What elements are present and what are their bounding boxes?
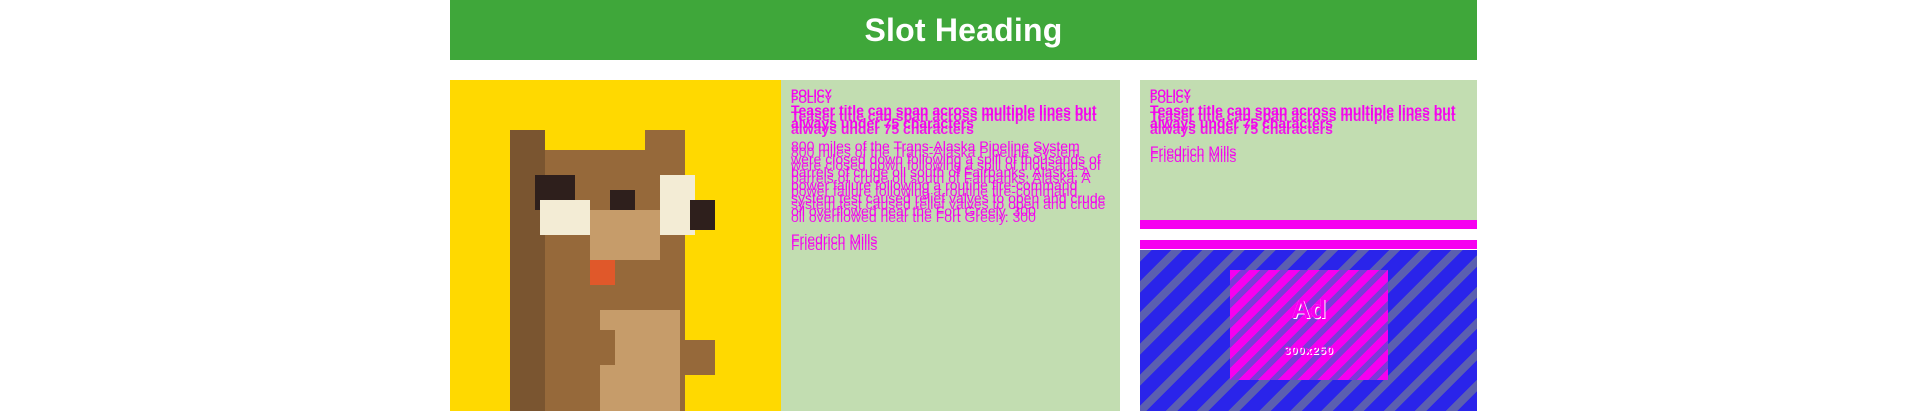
teaser-card-small[interactable]: POLICY Teaser title can span across mult… xyxy=(1140,80,1477,220)
ad-label: Ad xyxy=(1291,293,1327,324)
squirrel-illustration-icon xyxy=(450,80,781,411)
teaser-title[interactable]: Teaser title can span across multiple li… xyxy=(791,103,1110,136)
teaser-card-large[interactable]: POLICY Teaser title can span across mult… xyxy=(450,80,1120,411)
teaser-small-title[interactable]: Teaser title can span across multiple li… xyxy=(1150,103,1467,136)
ad-field: Ad 300x250 xyxy=(1140,250,1477,411)
ad-top-bar xyxy=(1140,220,1477,229)
ad-size: 300x250 xyxy=(1284,344,1334,357)
teaser-byline[interactable]: Friedrich Mills xyxy=(791,232,1110,252)
ad-container: Ad 300x250 xyxy=(1140,220,1477,411)
teaser-image[interactable] xyxy=(450,80,781,411)
ad-unit[interactable]: Ad 300x250 xyxy=(1230,270,1388,380)
ad-mid-bar xyxy=(1140,240,1477,249)
teaser-body: 800 miles of the Trans-Alaska Pipeline S… xyxy=(791,139,1110,224)
slot-header: Slot Heading xyxy=(450,0,1477,60)
teaser-small-kicker[interactable]: POLICY xyxy=(1150,88,1467,106)
slot-heading: Slot Heading xyxy=(864,11,1063,48)
teaser-kicker[interactable]: POLICY xyxy=(791,88,1110,106)
teaser-content: POLICY Teaser title can span across mult… xyxy=(781,80,1120,411)
teaser-small-byline[interactable]: Friedrich Mills xyxy=(1150,144,1467,164)
